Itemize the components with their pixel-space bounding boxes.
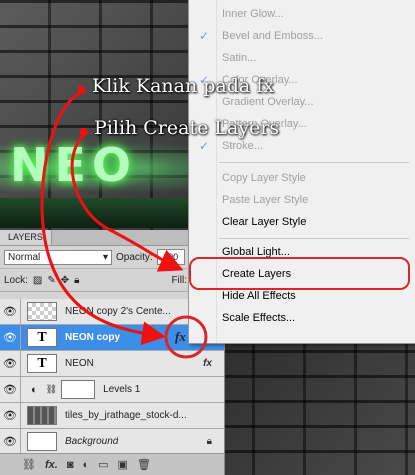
- delete-layer-icon[interactable]: 🗑︎: [137, 458, 151, 471]
- adjustment-icon: ◐: [31, 383, 38, 396]
- layer-style-context-menu: Inner Glow... ✓ Bevel and Emboss... Satin…: [188, 0, 415, 344]
- background-thumbnail: [27, 432, 57, 451]
- add-style-icon[interactable]: fx.: [45, 459, 58, 471]
- menu-item-bevel-emboss[interactable]: ✓ Bevel and Emboss...: [189, 25, 415, 47]
- new-group-icon[interactable]: ▭: [98, 458, 108, 471]
- chevron-down-icon: ▾: [102, 251, 108, 263]
- lock-label: Lock:: [4, 274, 28, 286]
- fill-label: Fill:: [171, 274, 187, 286]
- image-thumbnail: [27, 406, 57, 425]
- menu-item-label: Paste Layer Style: [222, 194, 309, 206]
- lock-move-icon[interactable]: ✥: [61, 275, 69, 286]
- new-layer-icon[interactable]: ▣: [118, 458, 128, 471]
- blend-mode-value: Normal: [8, 251, 41, 263]
- canvas-strip: [0, 198, 200, 228]
- checkmark-icon: ✓: [199, 29, 210, 43]
- layer-thumbnail: [27, 302, 57, 321]
- menu-item-label: Inner Glow...: [222, 8, 284, 20]
- opacity-field[interactable]: 100: [156, 249, 185, 265]
- layer-row[interactable]: 👁︎ tiles_by_jrathage_stock-d...: [0, 403, 224, 429]
- menu-item-paste-layer-style[interactable]: Paste Layer Style: [189, 189, 415, 211]
- eye-icon[interactable]: 👁︎: [0, 429, 21, 454]
- layer-name: Background: [65, 436, 119, 447]
- menu-separator: [219, 162, 409, 163]
- layer-row[interactable]: 👁︎ T NEON fx: [0, 351, 224, 377]
- layer-name: Levels 1: [103, 384, 141, 395]
- eye-icon[interactable]: 👁︎: [0, 377, 21, 402]
- menu-item-label: Bevel and Emboss...: [222, 30, 323, 42]
- add-mask-icon[interactable]: ◙: [67, 459, 74, 471]
- eye-icon[interactable]: 👁︎: [0, 403, 21, 428]
- layer-row[interactable]: 👁︎ Background 🔒︎: [0, 429, 224, 455]
- link-icon: ⛓: [45, 384, 58, 394]
- new-adjustment-icon[interactable]: ◐: [82, 459, 89, 471]
- lock-transparent-icon[interactable]: ▨: [33, 275, 42, 286]
- opacity-label: Opacity:: [116, 251, 153, 263]
- neon-text: NEO: [10, 138, 138, 192]
- menu-item-satin[interactable]: Satin...: [189, 47, 415, 69]
- lock-brush-icon[interactable]: ✎: [47, 275, 55, 286]
- menu-item-inner-glow[interactable]: Inner Glow...: [189, 3, 415, 25]
- neon-text-artwork: NEO: [0, 138, 200, 198]
- layer-name: NEON copy: [65, 332, 121, 343]
- menu-item-label: Copy Layer Style: [222, 172, 306, 184]
- menu-item-label: Gradient Overlay...: [222, 96, 314, 108]
- annotation-bullet: [80, 128, 87, 135]
- menu-item-scale-effects[interactable]: Scale Effects...: [189, 307, 415, 329]
- layer-name: NEON: [65, 358, 94, 369]
- eye-icon[interactable]: 👁︎: [0, 325, 21, 350]
- menu-item-label: Hide All Effects: [222, 290, 296, 302]
- menu-item-clear-layer-style[interactable]: Clear Layer Style: [189, 211, 415, 233]
- text-layer-thumbnail: T: [27, 328, 57, 347]
- create-layers-highlight: [189, 257, 410, 290]
- layers-footer: ⛓ fx. ◙ ◐ ▭ ▣ 🗑︎: [0, 453, 224, 475]
- lock-icon: 🔒︎: [206, 436, 212, 447]
- annotation-step-2: Pilih Create Layers: [94, 117, 280, 139]
- annotation-bullet: [78, 86, 85, 93]
- layer-row[interactable]: 👁︎ ◐ ⛓ Levels 1: [0, 377, 224, 403]
- menu-separator: [219, 238, 409, 239]
- link-layers-icon[interactable]: ⛓: [22, 458, 36, 471]
- eye-icon[interactable]: 👁︎: [0, 351, 21, 376]
- annotation-step-1: Klik Kanan pada fx: [92, 75, 275, 97]
- menu-item-label: Satin...: [222, 52, 257, 64]
- menu-item-label: Clear Layer Style: [222, 216, 307, 228]
- menu-item-label: Stroke...: [222, 140, 263, 152]
- layer-name: NEON copy 2's Cente...: [65, 306, 171, 317]
- tab-layers[interactable]: LAYERS: [0, 230, 52, 245]
- text-layer-thumbnail: T: [27, 354, 57, 373]
- layer-name: tiles_by_jrathage_stock-d...: [65, 410, 187, 421]
- eye-icon[interactable]: 👁︎: [0, 299, 21, 324]
- mask-thumbnail: [61, 380, 96, 399]
- fx-icon[interactable]: fx: [203, 358, 212, 369]
- menu-item-label: Scale Effects...: [222, 312, 296, 324]
- lock-all-icon[interactable]: 🔒︎: [74, 275, 79, 286]
- blend-mode-select[interactable]: Normal ▾: [4, 249, 112, 265]
- fx-icon[interactable]: fx: [175, 329, 186, 345]
- menu-item-copy-layer-style[interactable]: Copy Layer Style: [189, 167, 415, 189]
